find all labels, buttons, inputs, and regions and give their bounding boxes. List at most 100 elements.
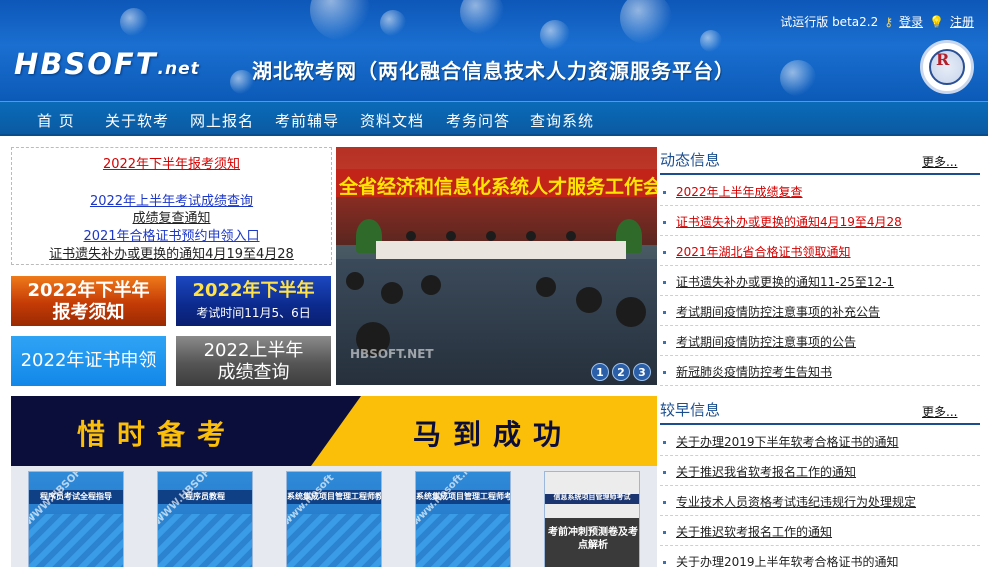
news-item: 关于推迟软考报名工作的通知 (660, 516, 980, 546)
book-cover[interactable]: 信息系统项目管理师考试 考前冲刺预测卷及考点解析 (544, 471, 640, 567)
main-nav: 首 页 关于软考 网上报名 考前辅导 资料文档 考务问答 查询系统 (0, 101, 988, 136)
slogan-left-text: 惜时备考 (77, 418, 238, 451)
book-pattern (287, 514, 381, 567)
book-pattern (29, 514, 123, 567)
news-link[interactable]: 专业技术人员资格考试违纪违规行为处理规定 (676, 493, 916, 510)
version-label: 试运行版 beta2.2 (780, 15, 879, 29)
slide-person (616, 297, 646, 327)
login-link[interactable]: 登录 (899, 13, 923, 30)
register-link[interactable]: 注册 (950, 13, 974, 30)
nav-registration[interactable]: 网上报名 (190, 110, 254, 131)
news-link[interactable]: 关于推迟我省软考报名工作的通知 (676, 463, 856, 480)
book-cover[interactable]: 系统集成项目管理工程师教程 www.hbsoft (286, 471, 382, 567)
news-link[interactable]: 新冠肺炎疫情防控考生告知书 (676, 363, 832, 380)
dynamic-news-more-link[interactable]: 更多... (922, 153, 957, 170)
earlier-news-more-link[interactable]: 更多... (922, 403, 957, 420)
news-item: 专业技术人员资格考试违纪违规行为处理规定 (660, 486, 980, 516)
slide-person (566, 231, 576, 241)
news-item: 关于办理2019下半年软考合格证书的通知 (660, 426, 980, 456)
certificate-apply-button[interactable]: 2022年证书申领 (11, 336, 166, 386)
slide-pager: 1 2 3 (591, 363, 651, 381)
news-link[interactable]: 2021年湖北省合格证书领取通知 (676, 243, 851, 260)
notice-top-link[interactable]: 2022年下半年报考须知 (103, 157, 240, 172)
news-link[interactable]: 考试期间疫情防控注意事项的补充公告 (676, 303, 880, 320)
bullet-icon (663, 281, 666, 284)
book-pattern (416, 514, 510, 567)
book-subtitle: 考前冲刺预测卷及考点解析 (548, 527, 638, 551)
book-title: 信息系统项目管理师考试 (553, 493, 631, 501)
logo-suffix: .net (157, 59, 200, 79)
header-bubble (120, 8, 148, 36)
news-slideshow[interactable]: 全省经济和信息化系统人才服务工作会议 HBSOFT.NET 1 2 3 (336, 147, 657, 385)
dynamic-news-title: 动态信息 (660, 151, 721, 169)
bullet-icon (663, 311, 666, 314)
dynamic-news-list: 2022年上半年成绩复查 证书遗失补办或更换的通知4月19至4月28 2021年… (660, 176, 980, 386)
notice-link[interactable]: 2021年合格证书预约申领入口 (83, 229, 259, 244)
button-line: 成绩查询 (217, 362, 290, 383)
nav-query[interactable]: 查询系统 (530, 110, 594, 131)
news-item: 证书遗失补办或更换的通知11-25至12-1 (660, 266, 980, 296)
book-cover[interactable]: 系统集成项目管理工程师考试全程指导 www.hbsoft.ne (415, 471, 511, 567)
bullet-icon (663, 371, 666, 374)
book-cover[interactable]: 程序员教程 WWW.HBSOFT.NE (157, 471, 253, 567)
slide-banner-text: 全省经济和信息化系统人才服务工作会议 (339, 176, 657, 198)
news-link[interactable]: 关于办理2019下半年软考合格证书的通知 (676, 433, 899, 450)
nav-tutoring[interactable]: 考前辅导 (275, 110, 339, 131)
bullet-icon (663, 471, 666, 474)
notice-link[interactable]: 成绩复查通知 (132, 211, 210, 226)
slide-person (346, 272, 364, 290)
bullet-icon (663, 441, 666, 444)
header-bubble (380, 10, 406, 36)
news-item: 考试期间疫情防控注意事项的补充公告 (660, 296, 980, 326)
section-divider (660, 423, 980, 425)
slide-person (421, 275, 441, 295)
news-link[interactable]: 2022年上半年成绩复查 (676, 183, 803, 200)
slide-watermark: HBSOFT.NET (350, 347, 434, 361)
slide-dais (376, 241, 626, 261)
slogan-right-text: 马到成功 (413, 418, 574, 451)
nav-home[interactable]: 首 页 (37, 110, 75, 131)
news-item: 2022年上半年成绩复查 (660, 176, 980, 206)
bullet-icon (663, 501, 666, 504)
page: HBSOFT.net 湖北软考网（两化融合信息技术人力资源服务平台） 试运行版 … (0, 0, 988, 567)
exam-notice-button[interactable]: 2022年下半年 报考须知 (11, 276, 166, 326)
bullet-icon (663, 561, 666, 564)
slide-page-button[interactable]: 1 (591, 363, 609, 381)
book-cover[interactable]: 程序员考试全程指导 WWW.HBSOFT (28, 471, 124, 567)
slide-person (446, 231, 456, 241)
nav-about[interactable]: 关于软考 (105, 110, 169, 131)
bullet-icon (663, 221, 666, 224)
news-item: 关于办理2019上半年软考合格证书的通知 (660, 546, 980, 567)
header-bubble (540, 20, 570, 50)
button-line: 2022年下半年 (27, 280, 150, 301)
book-pattern (158, 514, 252, 567)
slide-person (406, 231, 416, 241)
site-logo[interactable]: HBSOFT.net (14, 47, 200, 81)
key-icon: ⚷ (884, 14, 894, 29)
exam-time-button[interactable]: 2022年下半年 考试时间11月5、6日 (176, 276, 331, 326)
section-divider (660, 173, 980, 175)
earlier-news-list: 关于办理2019下半年软考合格证书的通知 关于推迟我省软考报名工作的通知 专业技… (660, 426, 980, 567)
slide-person (526, 231, 536, 241)
score-query-button[interactable]: 2022上半年 成绩查询 (176, 336, 331, 386)
slide-wall (336, 197, 657, 245)
header-bubble (620, 0, 672, 44)
notice-link[interactable]: 证书遗失补办或更换的通知4月19至4月28 (49, 247, 294, 262)
news-item: 考试期间疫情防控注意事项的公告 (660, 326, 980, 356)
news-link[interactable]: 关于推迟软考报名工作的通知 (676, 523, 832, 540)
site-header: HBSOFT.net 湖北软考网（两化融合信息技术人力资源服务平台） 试运行版 … (0, 0, 988, 101)
news-link[interactable]: 证书遗失补办或更换的通知11-25至12-1 (676, 273, 894, 290)
news-link[interactable]: 考试期间疫情防控注意事项的公告 (676, 333, 856, 350)
seal-mark: R (936, 50, 950, 69)
nav-documents[interactable]: 资料文档 (360, 110, 424, 131)
slide-page-button[interactable]: 3 (633, 363, 651, 381)
slide-page-button[interactable]: 2 (612, 363, 630, 381)
button-line: 2022年证书申领 (20, 350, 157, 371)
nav-faq[interactable]: 考务问答 (446, 110, 510, 131)
button-line: 考试时间11月5、6日 (196, 306, 311, 320)
news-link[interactable]: 证书遗失补办或更换的通知4月19至4月28 (676, 213, 902, 230)
news-link[interactable]: 关于办理2019上半年软考合格证书的通知 (676, 553, 899, 567)
notice-box: 2022年下半年报考须知 2022年上半年考试成绩查询 成绩复查通知 2021年… (11, 147, 332, 265)
button-line: 报考须知 (52, 302, 125, 323)
slide-person (576, 287, 602, 313)
